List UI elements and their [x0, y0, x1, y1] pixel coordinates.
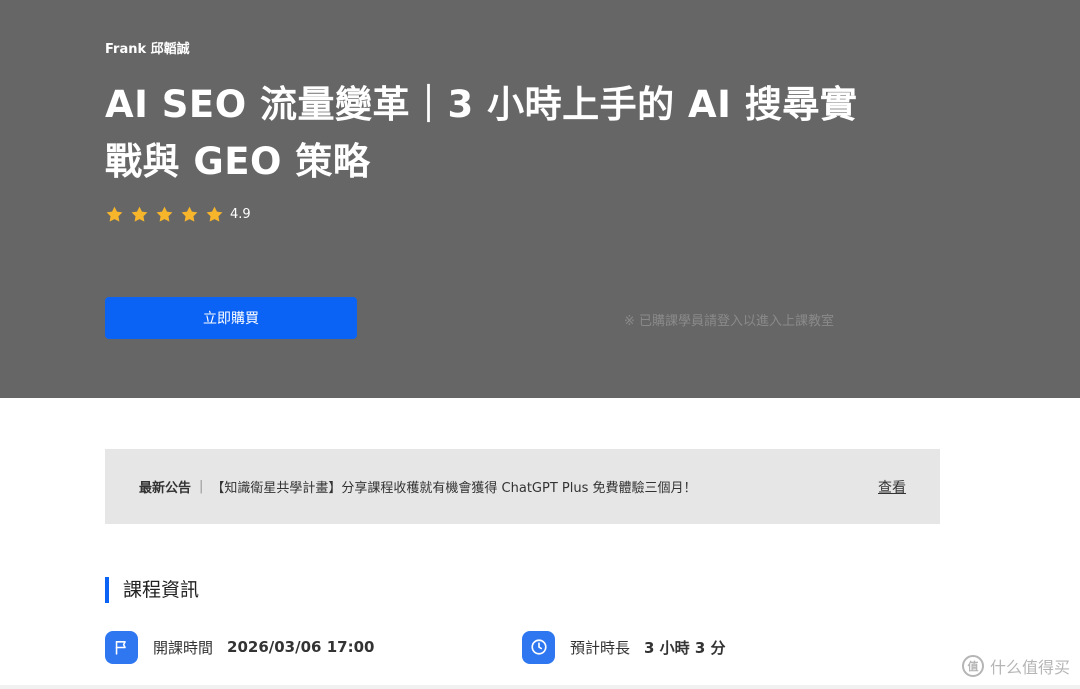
site-watermark: 值 什么值得买 [961, 654, 1070, 678]
star-icon [106, 206, 123, 222]
flag-icon [105, 630, 138, 664]
rating-value: 4.9 [230, 206, 251, 222]
enrolled-login-note: ※ 已購課學員請登入以進入上課教室 [623, 314, 834, 329]
star-icon [181, 206, 198, 222]
clock-icon [522, 630, 555, 664]
rating: 4.9 [105, 204, 251, 224]
announcement-bar: 最新公告 | 【知識衛星共學計畫】分享課程收穫就有機會獲得 ChatGPT Pl… [105, 449, 940, 524]
announcement-label: 最新公告 [139, 481, 192, 496]
course-title: AI SEO 流量變革｜3 小時上手的 AI 搜尋實戰與 GEO 策略 [105, 83, 858, 183]
start-time-label: 開課時間 [153, 638, 214, 657]
start-time-info: 開課時間 2026/03/06 17:00 [105, 630, 374, 664]
duration-value: 3 小時 3 分 [644, 638, 726, 657]
watermark-text: 什么值得买 [989, 658, 1070, 677]
start-time-value: 2026/03/06 17:00 [227, 638, 375, 656]
course-hero: Frank 邱韜誠 AI SEO 流量變革｜3 小時上手的 AI 搜尋實戰與 G… [0, 0, 1080, 398]
announcement-separator: | [199, 479, 204, 494]
bottom-divider [0, 685, 1080, 689]
star-icon [206, 206, 223, 222]
star-icon [131, 206, 148, 222]
author-name[interactable]: Frank 邱韜誠 [105, 38, 190, 57]
duration-label: 預計時長 [570, 638, 631, 657]
announcement-view-link[interactable]: 查看 [878, 477, 906, 497]
duration-info: 預計時長 3 小時 3 分 [522, 630, 726, 664]
watermark-logo-icon: 值 [961, 655, 984, 677]
star-icon [156, 206, 173, 222]
course-info-heading: 課程資訊 [105, 577, 199, 603]
announcement-text: 【知識衛星共學計畫】分享課程收穫就有機會獲得 ChatGPT Plus 免費體驗… [211, 481, 697, 496]
buy-now-button[interactable]: 立即購買 [105, 297, 357, 339]
